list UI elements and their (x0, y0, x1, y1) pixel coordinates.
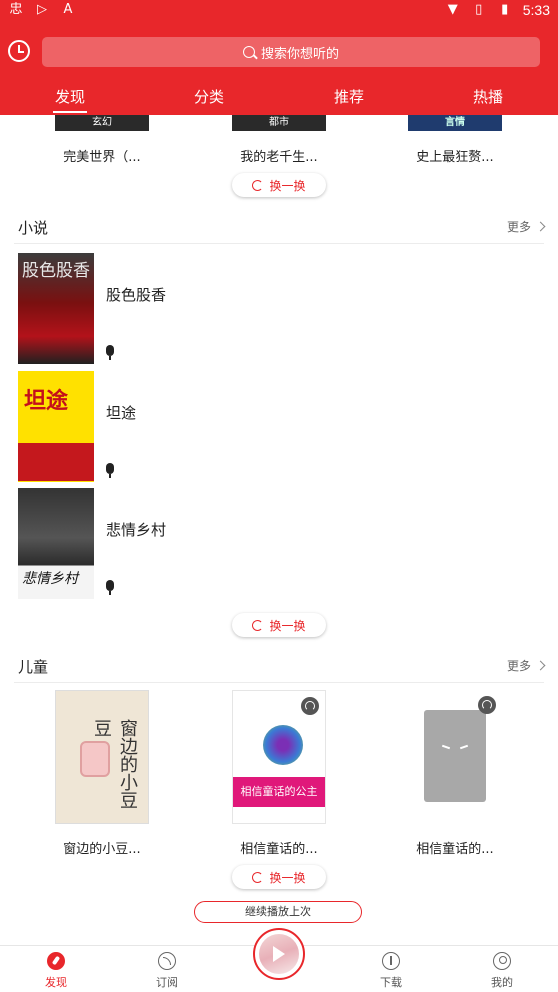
more-link[interactable]: 更多 (506, 218, 546, 235)
divider (14, 243, 544, 244)
more-label: 更多 (506, 220, 531, 234)
book-cover: 坦途 (18, 371, 94, 482)
more-link[interactable]: 更多 (506, 657, 546, 674)
tab-recommend[interactable]: 推荐 (334, 86, 364, 107)
content-area: 玄幻 都市 言情 完美世界（... 我的老千生... 史上最狂赘... 换一换 … (0, 115, 558, 945)
refresh-icon (252, 619, 264, 631)
section-header-kids: 儿童 更多 (0, 650, 558, 684)
book-cover: 股色股香 (18, 253, 94, 364)
wifi-icon: ▼ (447, 2, 458, 17)
status-bar: 忠 ▷ A ▼ ▯ ▮ 5:33 (0, 0, 558, 24)
book-cover[interactable]: 都市 (232, 115, 326, 131)
book-cover[interactable]: 言情 (408, 115, 502, 131)
now-playing-button[interactable] (253, 928, 305, 980)
microphone-icon (106, 580, 114, 595)
compass-icon (47, 952, 65, 970)
app-screen: 忠 ▷ A ▼ ▯ ▮ 5:33 搜索你想听的 发现 分类 推荐 热播 玄幻 都 (0, 0, 558, 992)
search-bar[interactable]: 搜索你想听的 (42, 37, 540, 67)
app-notification-icon: 忠 (9, 2, 23, 17)
cover-text: 相信童话的公主 (233, 777, 325, 807)
swap-button[interactable]: 换一换 (232, 173, 326, 197)
swap-label: 换一换 (269, 178, 306, 193)
book-title[interactable]: 史上最狂赘... (380, 146, 530, 165)
swap-button[interactable]: 换一换 (232, 865, 326, 889)
nav-label: 我的 (491, 976, 513, 989)
nav-item-mine[interactable]: 我的 (472, 952, 532, 990)
font-icon: A (63, 2, 73, 17)
refresh-icon (252, 179, 264, 191)
placeholder-book-icon (424, 710, 486, 802)
headphone-icon (478, 696, 496, 714)
download-icon (382, 952, 400, 970)
chevron-right-icon (535, 660, 546, 671)
list-item[interactable]: 坦途 坦途 (0, 371, 558, 487)
book-title[interactable]: 我的老千生... (204, 146, 354, 165)
more-label: 更多 (506, 659, 531, 673)
cover-band (18, 443, 94, 481)
swap-button[interactable]: 换一换 (232, 613, 326, 637)
cover-text: 股色股香 (22, 261, 90, 281)
section-title: 小说 (18, 219, 49, 237)
no-sim-icon: ▯ (475, 2, 483, 17)
microphone-icon (106, 463, 114, 478)
cover-text: 悲情乡村 (22, 571, 78, 587)
book-cover[interactable]: 窗边的小豆豆 (55, 690, 149, 824)
nav-label: 发现 (45, 976, 67, 989)
microphone-icon (106, 345, 114, 360)
app-header: 忠 ▷ A ▼ ▯ ▮ 5:33 搜索你想听的 发现 分类 推荐 热播 (0, 0, 558, 115)
list-item[interactable]: 悲情乡村 悲情乡村 (0, 488, 558, 604)
history-icon[interactable] (8, 40, 30, 62)
status-time: 5:33 (522, 2, 550, 18)
user-icon (493, 952, 511, 970)
book-title[interactable]: 相信童话的... (380, 838, 530, 857)
battery-icon: ▮ (501, 2, 509, 17)
search-placeholder: 搜索你想听的 (260, 46, 339, 62)
cover-text: 坦途 (24, 389, 69, 414)
book-title[interactable]: 完美世界（... (27, 146, 177, 165)
book-title: 悲情乡村 (106, 521, 167, 539)
book-cover[interactable]: 玄幻 (55, 115, 149, 131)
nav-label: 下载 (380, 976, 402, 989)
continue-playing-button[interactable]: 继续播放上次 (194, 901, 362, 923)
book-title: 股色股香 (106, 286, 167, 304)
swap-label: 换一换 (269, 870, 306, 885)
top-tabs: 发现 分类 推荐 热播 (0, 86, 558, 113)
list-item[interactable]: 股色股香 股色股香 (0, 253, 558, 369)
search-icon (242, 46, 255, 58)
rss-icon (158, 952, 176, 970)
nav-label: 订阅 (156, 976, 178, 989)
refresh-icon (252, 871, 264, 883)
nav-item-subscribe[interactable]: 订阅 (137, 952, 197, 990)
section-header-novel: 小说 更多 (0, 211, 558, 245)
section-title: 儿童 (18, 658, 49, 676)
headphone-icon (301, 697, 319, 715)
tab-category[interactable]: 分类 (194, 86, 224, 107)
nav-item-discover[interactable]: 发现 (26, 952, 86, 990)
book-cover: 悲情乡村 (18, 488, 94, 599)
book-title[interactable]: 相信童话的... (204, 838, 354, 857)
cover-illustration (263, 725, 303, 765)
book-cover[interactable]: 相信童话的公主 (232, 690, 326, 824)
nav-item-download[interactable]: 下载 (361, 952, 421, 990)
play-store-icon: ▷ (37, 2, 47, 17)
swap-label: 换一换 (269, 618, 306, 633)
book-title: 坦途 (106, 404, 137, 422)
tab-discover[interactable]: 发现 (52, 86, 88, 113)
divider (14, 682, 544, 683)
cover-illustration (80, 741, 110, 777)
tab-hot[interactable]: 热播 (473, 86, 503, 107)
book-cover-placeholder[interactable] (408, 690, 502, 824)
play-icon (259, 934, 299, 974)
book-title[interactable]: 窗边的小豆... (27, 838, 177, 857)
chevron-right-icon (535, 221, 546, 232)
